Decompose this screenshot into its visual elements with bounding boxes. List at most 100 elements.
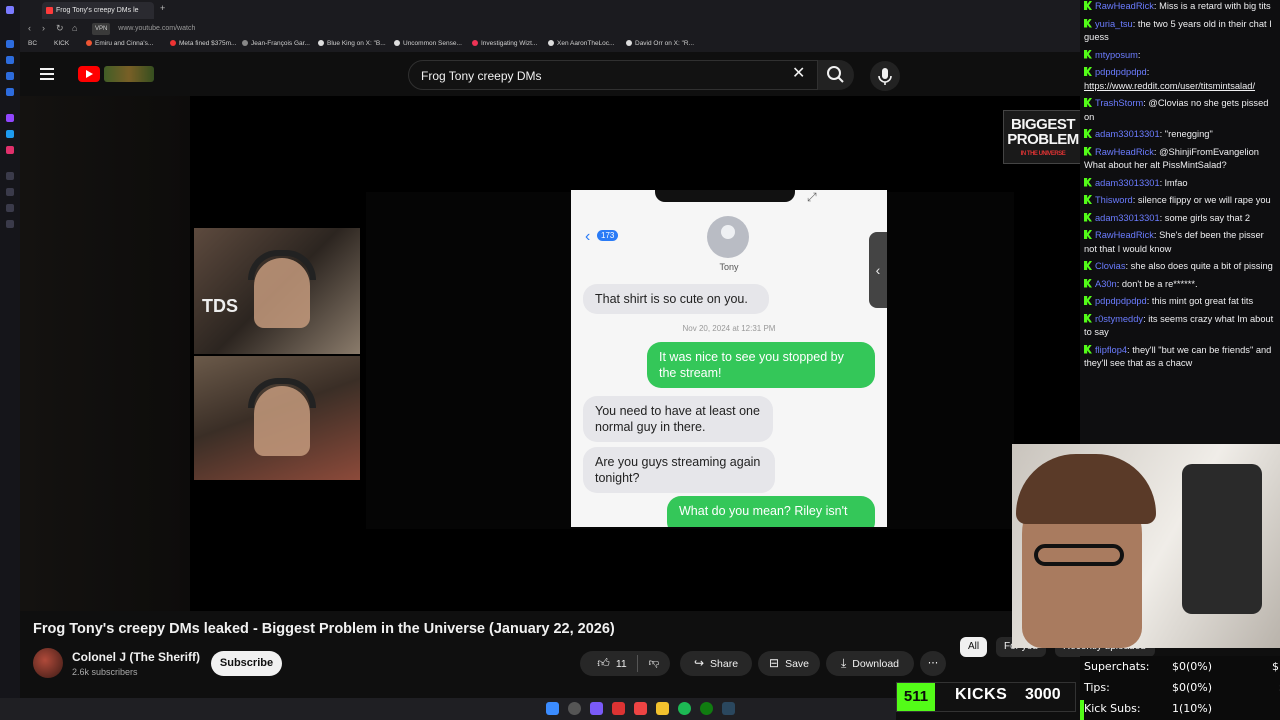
sidebar-app-icon[interactable] (6, 188, 14, 196)
forward-icon[interactable]: › (42, 23, 45, 33)
chat-username[interactable]: RawHeadRick (1095, 230, 1154, 240)
chat-link[interactable]: https://www.reddit.com/user/titsmintsala… (1084, 81, 1255, 91)
clear-search-icon[interactable]: ✕ (792, 65, 805, 83)
settings-icon[interactable] (6, 220, 14, 228)
bookmark-item[interactable]: Uncommon Sense... (394, 40, 462, 47)
youtube-logo-icon[interactable] (78, 66, 100, 82)
home-icon[interactable]: ⌂ (72, 23, 77, 33)
bookmark-item[interactable]: Meta fined $375m... (170, 40, 236, 47)
chat-username[interactable]: RawHeadRick (1095, 1, 1154, 11)
message-bubble-out: What do you mean? Riley isn't (667, 496, 875, 527)
tab-active[interactable]: Frog Tony's creepy DMs le (42, 2, 154, 19)
chat-username[interactable]: Clovias (1095, 261, 1125, 271)
phone-notch (655, 190, 795, 202)
windows-start-icon[interactable] (546, 702, 559, 715)
address-bar-row: ‹ › ↻ ⌂ VPN www.youtube.com/watch (20, 20, 1080, 38)
browser-logo-icon[interactable] (6, 6, 14, 14)
back-icon[interactable]: ‹ (28, 23, 31, 33)
xbox-icon[interactable] (700, 702, 713, 715)
subscribe-button[interactable]: Subscribe (211, 651, 282, 676)
side-collapse-icon: ‹ (869, 232, 887, 308)
spotify-icon[interactable] (678, 702, 691, 715)
instagram-icon[interactable] (6, 146, 14, 154)
bookmark-item[interactable]: Blue King on X: "B... (318, 40, 386, 47)
chat-username[interactable]: adam33013301 (1095, 129, 1160, 139)
headphones-icon (248, 250, 316, 280)
chat-message: RawHeadRick: @ShinjiFromEvangelion What … (1084, 146, 1259, 170)
tab-strip: Frog Tony's creepy DMs le + (20, 0, 1080, 20)
twitch-icon[interactable] (6, 114, 14, 122)
bookmark-item[interactable]: KICK (54, 40, 69, 47)
headphones-icon (248, 378, 316, 408)
bookmark-item[interactable]: David Orr on X: "R... (626, 40, 694, 47)
chat-message: mtyposum: (1080, 49, 1280, 63)
folder-icon[interactable] (656, 702, 669, 715)
chat-username[interactable]: mtyposum (1095, 50, 1138, 60)
new-tab-icon[interactable]: + (160, 3, 165, 13)
more-actions-button[interactable]: ⋯ (920, 651, 946, 676)
sidebar-app-icon[interactable] (6, 88, 14, 96)
bookmark-item[interactable]: Investigating Wizt... (472, 40, 537, 47)
chat-username[interactable]: A30n (1095, 279, 1117, 289)
chat-username[interactable]: Thisword (1095, 195, 1133, 205)
voice-search-button[interactable] (870, 61, 900, 91)
chat-username[interactable]: adam33013301 (1095, 213, 1160, 223)
thumbs-down-icon: 👎︎ (648, 657, 660, 669)
vpn-badge[interactable]: VPN (92, 23, 111, 35)
podcast-cam-bottom (194, 356, 360, 480)
chat-message: RawHeadRick: She's def been the pisser n… (1084, 230, 1264, 254)
kick-badge-icon (1084, 146, 1092, 156)
sidebar-app-icon[interactable] (6, 172, 14, 180)
search-button[interactable] (818, 60, 854, 90)
chat-text: "renegging" (1164, 129, 1213, 139)
video-player[interactable]: TDS ⤢ ‹ 173 Tony ‹ That shirt is so cute… (20, 96, 1083, 611)
search-input[interactable] (421, 67, 781, 85)
chat-username[interactable]: pdpdpdpdpd (1095, 67, 1147, 77)
app-icon[interactable] (590, 702, 603, 715)
youtube-doodle[interactable] (104, 66, 154, 82)
chip-all[interactable]: All (960, 637, 988, 657)
sidebar-app-icon[interactable] (6, 204, 14, 212)
sidebar-app-icon[interactable] (6, 40, 14, 48)
app-icon[interactable] (634, 702, 647, 715)
chat-username[interactable]: flipflop4 (1095, 345, 1127, 355)
dislike-button[interactable]: 👎︎ (642, 651, 666, 676)
channel-name[interactable]: Colonel J (The Sheriff) (72, 650, 200, 664)
thumbs-up-icon: 👍︎ (597, 656, 610, 670)
app-icon[interactable] (612, 702, 625, 715)
chat-username[interactable]: pdpdpdpdpd (1095, 296, 1147, 306)
chat-username[interactable]: TrashStorm (1095, 98, 1143, 108)
chat-username[interactable]: r0stymeddy (1095, 314, 1143, 324)
sidebar-app-icon[interactable] (6, 72, 14, 80)
search-icon[interactable] (568, 702, 581, 715)
download-button[interactable]: ⤓ Download (826, 651, 914, 676)
chat-message: RawHeadRick: Miss is a retard with big t… (1080, 0, 1280, 14)
bookmark-item[interactable]: BC (28, 40, 37, 47)
contact-avatar (707, 216, 749, 258)
share-button[interactable]: ↪ Share (680, 651, 752, 676)
chat-username[interactable]: RawHeadRick (1095, 147, 1154, 157)
sidebar-app-icon[interactable] (6, 56, 14, 64)
streamer-hair (1016, 454, 1156, 524)
save-button[interactable]: ⊟ Save (758, 651, 820, 676)
menu-icon[interactable] (40, 68, 54, 83)
kick-badge-icon (1084, 344, 1092, 354)
steam-icon[interactable] (722, 702, 735, 715)
chat-text: silence flippy or we will rape you (1137, 195, 1271, 205)
reload-icon[interactable]: ↻ (56, 23, 64, 34)
screen: Frog Tony's creepy DMs le + ‹ › ↻ ⌂ VPN … (0, 0, 1280, 720)
bookmark-item[interactable]: Xen AaronTheLoc... (548, 40, 614, 47)
messenger-icon[interactable] (6, 130, 14, 138)
bookmark-item[interactable]: Emiru and Cinna's... (86, 40, 153, 47)
channel-avatar[interactable] (33, 648, 63, 678)
message-bubble-in: Are you guys streaming again tonight? (583, 447, 775, 493)
chat-username[interactable]: adam33013301 (1095, 178, 1160, 188)
chat-username[interactable]: yuria_tsu (1095, 19, 1133, 29)
address-bar[interactable]: VPN www.youtube.com/watch (92, 23, 372, 35)
streamer-webcam (1012, 444, 1280, 648)
like-button[interactable]: 👍︎ 11 (588, 651, 636, 676)
chat-message: TrashStorm: @Clovias no she gets pissed … (1084, 98, 1269, 122)
bookmark-item[interactable]: Jean-François Gar... (242, 40, 310, 47)
chat-text: lmfao (1164, 177, 1188, 188)
subscriber-count: 2.6k subscribers (72, 667, 138, 677)
